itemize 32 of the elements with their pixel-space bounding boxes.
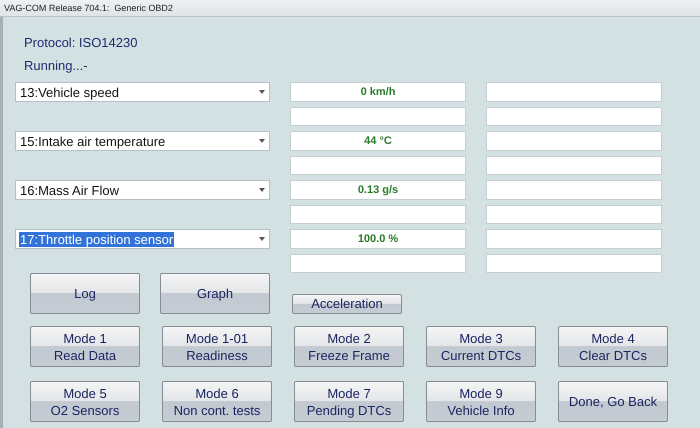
sensor-name: 16:Mass Air Flow xyxy=(19,182,120,198)
mode-button[interactable]: Mode 3 Current DTCs xyxy=(426,326,536,367)
sensor-dropdown[interactable]: 13:Vehicle speed xyxy=(15,82,270,102)
mode-button[interactable]: Mode 9 Vehicle Info xyxy=(426,381,536,422)
mode-button[interactable]: Mode 5 O2 Sensors xyxy=(30,381,140,422)
action-button[interactable]: Log xyxy=(30,273,140,314)
mode-button[interactable]: Mode 4 Clear DTCs xyxy=(558,326,668,367)
mode-button[interactable]: Mode 1 Read Data xyxy=(30,326,140,367)
protocol-label: Protocol: ISO14230 xyxy=(24,35,138,52)
mode-button[interactable]: Mode 1-01 Readiness xyxy=(162,326,272,367)
mode-button[interactable]: Mode 2 Freeze Frame xyxy=(294,326,404,367)
window-title: VAG-COM Release 704.1: Generic OBD2 xyxy=(4,3,173,13)
caret-icon xyxy=(259,90,265,94)
caret-icon xyxy=(259,188,265,192)
status-label: Running...- xyxy=(24,58,89,75)
caret-icon xyxy=(259,139,265,143)
sensor-dropdown[interactable]: 17:Throttle position sensor xyxy=(15,229,270,249)
sensor-dropdown[interactable]: 16:Mass Air Flow xyxy=(15,180,270,200)
action-button[interactable]: Acceleration xyxy=(292,294,402,314)
sensor-reading: 100.0 % xyxy=(358,233,398,245)
mode-button[interactable]: Mode 6 Non cont. tests xyxy=(162,381,272,422)
sensor-reading: 44 °C xyxy=(364,135,392,147)
mode-button[interactable]: Done, Go Back xyxy=(558,381,668,422)
sensor-name: 13:Vehicle speed xyxy=(19,84,120,100)
caret-icon xyxy=(259,237,265,241)
mode-button[interactable]: Mode 7 Pending DTCs xyxy=(294,381,404,422)
sensor-dropdown[interactable]: 15:Intake air temperature xyxy=(15,131,270,151)
action-button[interactable]: Graph xyxy=(160,273,270,314)
sensor-reading: 0 km/h xyxy=(360,86,396,98)
sensor-name: 15:Intake air temperature xyxy=(19,134,166,148)
sensor-name: 17:Throttle position sensor xyxy=(19,232,174,246)
sensor-reading: 0.13 g/s xyxy=(358,184,398,196)
